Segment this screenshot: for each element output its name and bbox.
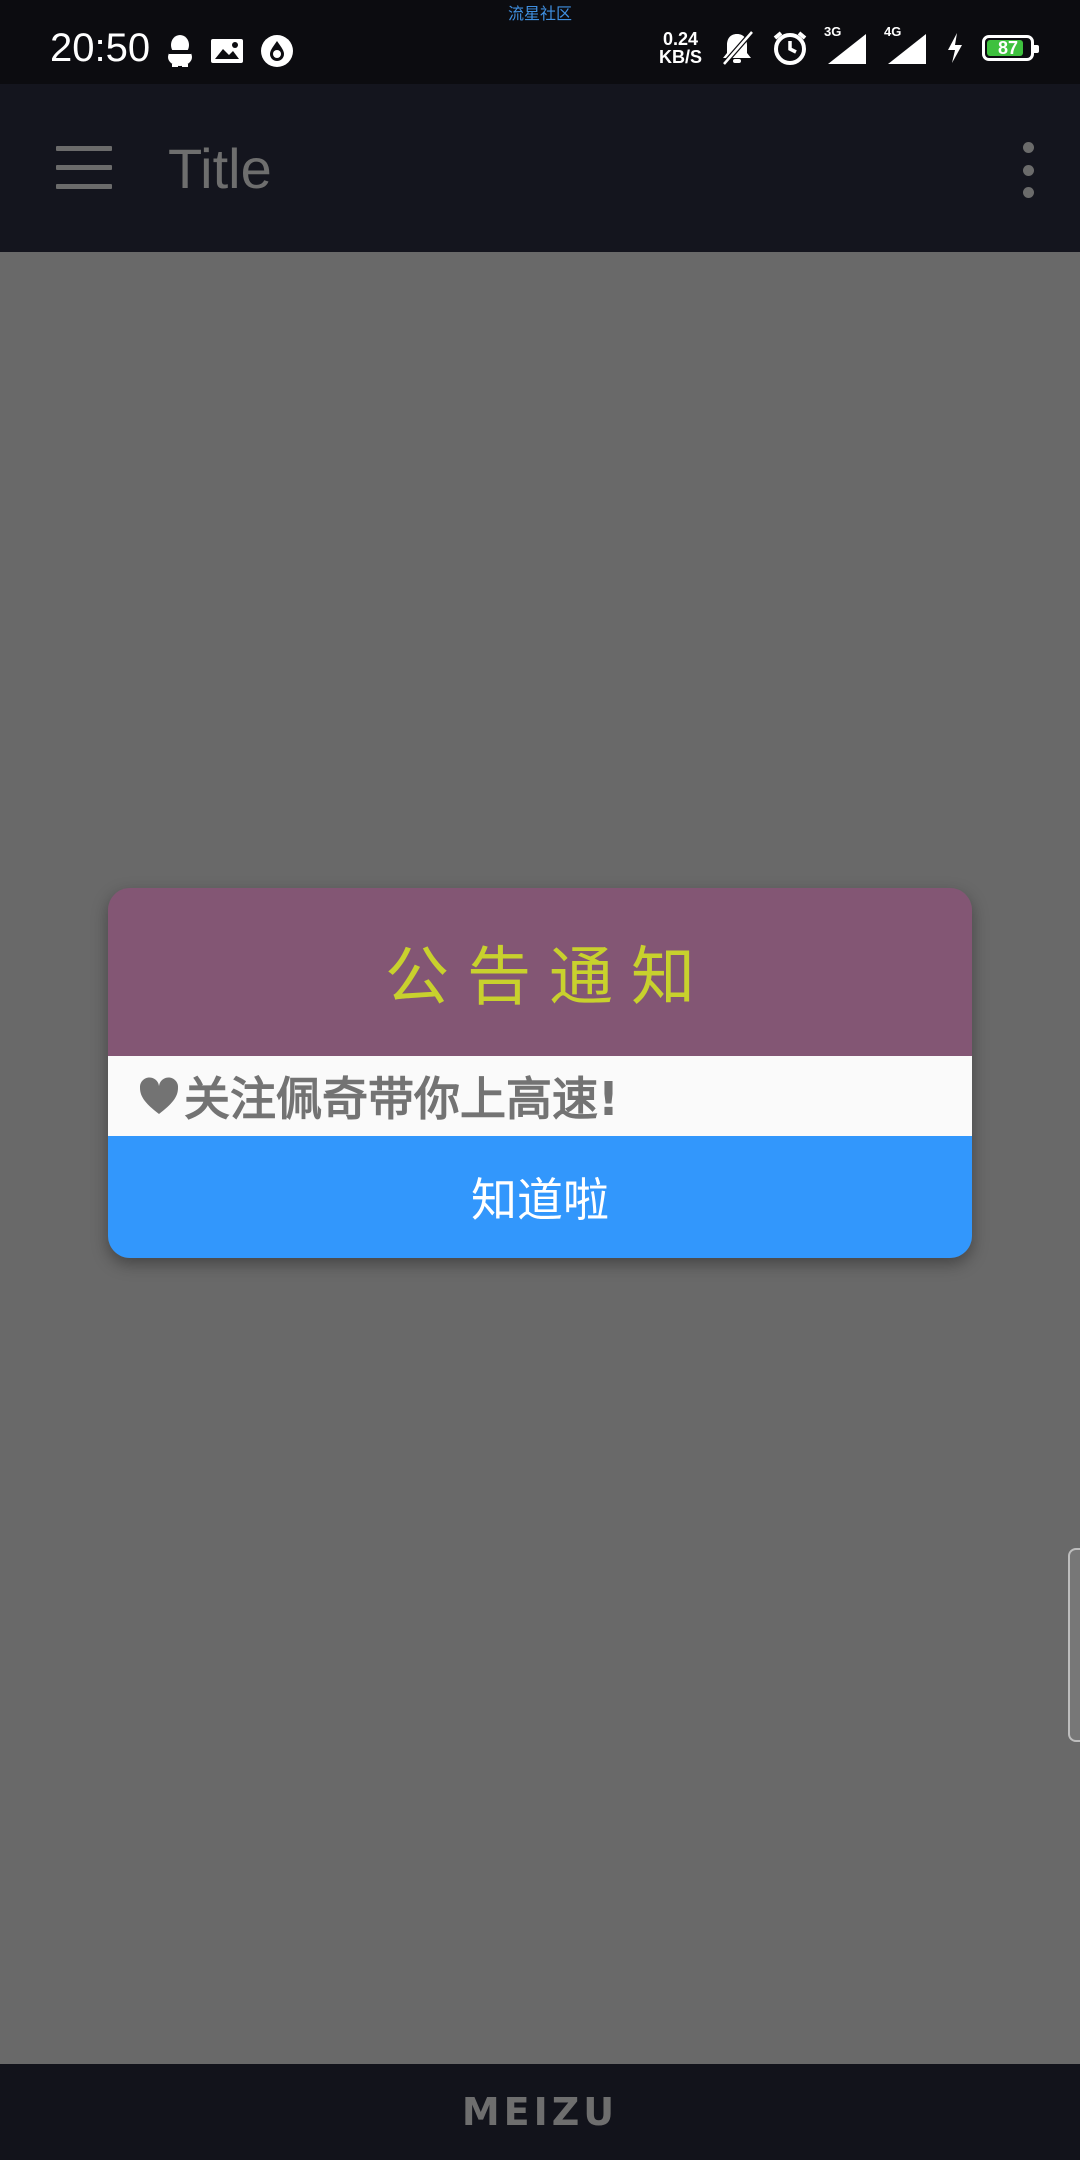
status-time: 20:50	[50, 26, 151, 70]
dialog-title: 公告通知	[385, 941, 713, 1015]
app-bar: Title	[0, 84, 1080, 252]
dialog-header: 公告通知	[108, 888, 972, 1056]
drop-app-icon	[261, 35, 293, 67]
alarm-icon	[773, 31, 807, 65]
charging-icon	[948, 33, 962, 63]
side-scroll-handle[interactable]	[1068, 1548, 1080, 1742]
battery-icon: 87	[982, 35, 1039, 61]
page-title: Title	[168, 137, 272, 200]
status-bar: 流星社区 20:50 0.24 KB/S 3G 4G 87	[0, 0, 1080, 84]
acknowledge-button[interactable]: 知道啦	[108, 1136, 972, 1258]
battery-tip	[1034, 45, 1039, 53]
dialog-message: 关注佩奇带你上高速!	[184, 1072, 619, 1126]
battery-level: 87	[997, 37, 1019, 58]
net-speed-value: 0.24	[662, 29, 699, 49]
net-speed: 0.24 KB/S	[659, 30, 702, 66]
dialog-body: 关注佩奇带你上高速!	[108, 1056, 972, 1136]
signal-4g-icon: 4G	[884, 24, 928, 66]
heart-icon	[139, 1077, 179, 1114]
image-message-icon	[211, 39, 243, 63]
qq-icon	[168, 35, 192, 67]
notification-icons	[166, 34, 294, 68]
more-vertical-icon[interactable]	[1022, 142, 1034, 198]
net-speed-unit: KB/S	[658, 47, 702, 67]
status-top-label: 流星社区	[507, 4, 572, 23]
announcement-dialog: 公告通知 关注佩奇带你上高速! 知道啦	[108, 888, 972, 1258]
nav-bar: MEIZU	[0, 2064, 1080, 2160]
brand-logo: MEIZU	[461, 2090, 619, 2134]
mute-bell-icon	[722, 30, 754, 66]
signal-3g-icon: 3G	[824, 24, 868, 66]
hamburger-menu-icon[interactable]	[56, 146, 112, 190]
system-status-icons: 0.24 KB/S 3G 4G 87	[659, 24, 1039, 66]
